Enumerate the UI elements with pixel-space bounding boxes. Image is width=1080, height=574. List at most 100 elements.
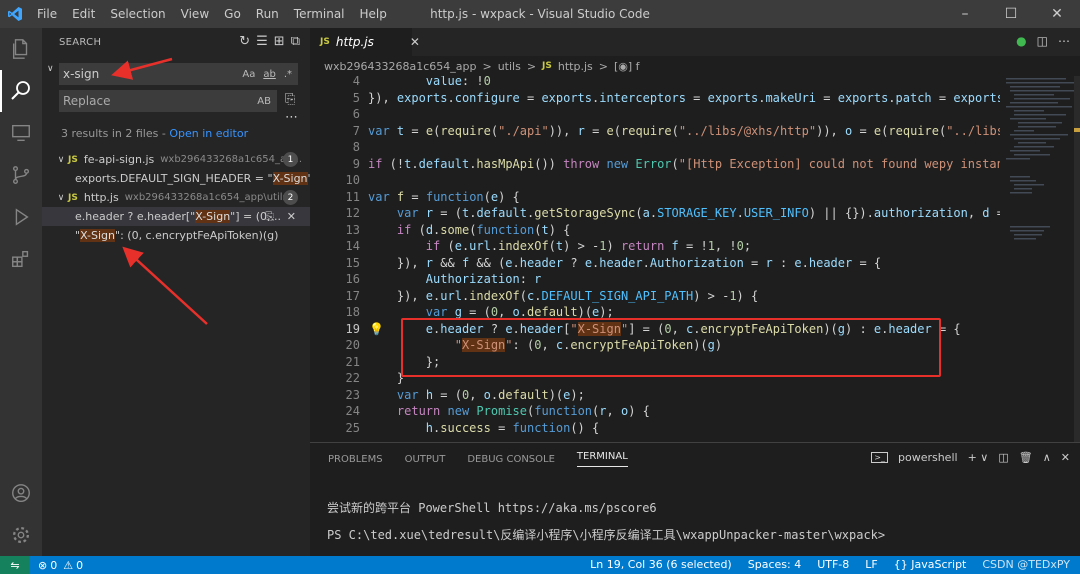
maximize-icon[interactable]: ☐ (988, 0, 1034, 28)
minimap[interactable] (1002, 76, 1080, 442)
manage-gear-icon[interactable] (0, 514, 42, 556)
breadcrumb-symbol[interactable]: [◉] f (614, 60, 640, 73)
tab-problems[interactable]: PROBLEMS (328, 454, 383, 465)
arrow-to-result (122, 246, 208, 325)
line-number: 9 (352, 157, 360, 171)
line-number: 12 (345, 206, 360, 220)
lightbulb-icon[interactable]: 💡 (369, 322, 384, 336)
tab-output[interactable]: OUTPUT (405, 454, 446, 465)
source-control-icon[interactable] (0, 154, 42, 196)
line-number: 24 (345, 404, 360, 418)
js-file-icon: JS (320, 37, 330, 47)
language-mode[interactable]: {} JavaScript (894, 558, 967, 571)
annotation-arrows (111, 57, 208, 325)
menu-help[interactable]: Help (360, 7, 387, 21)
line-number: 11 (345, 190, 360, 204)
kill-terminal-icon[interactable]: 🗑 (1019, 451, 1033, 464)
code-line: value: !0 (425, 76, 491, 88)
tab-label: http.js (335, 35, 374, 49)
breadcrumb-file[interactable]: http.js (558, 60, 593, 73)
encoding[interactable]: UTF-8 (817, 558, 849, 571)
terminal-shell-icon: >_ (871, 452, 888, 463)
breadcrumb-sep: > (526, 59, 537, 73)
split-editor-icon[interactable]: ◫ (1037, 34, 1048, 48)
breadcrumb-utils[interactable]: utils (498, 60, 521, 73)
vscode-logo-icon (0, 0, 30, 28)
menu-terminal[interactable]: Terminal (294, 7, 345, 21)
terminal-actions: >_ powershell + ∨ ◫ 🗑 ∧ ✕ (871, 451, 1070, 464)
run-debug-icon[interactable] (0, 196, 42, 238)
line-number: 13 (345, 223, 360, 237)
menu-edit[interactable]: Edit (72, 7, 95, 21)
remote-explorer-icon[interactable] (0, 112, 42, 154)
menu-go[interactable]: Go (224, 7, 241, 21)
line-number: 14 (345, 239, 360, 253)
line-number: 21 (345, 355, 360, 369)
remote-indicator-icon[interactable]: ⇋ (0, 556, 30, 574)
close-window-icon[interactable]: ✕ (1034, 0, 1080, 28)
breadcrumb-sep: > (598, 59, 608, 73)
errors-icon[interactable]: ⊗ (38, 559, 47, 572)
code-editor[interactable]: 4 5 6 7 8 9 10 11 12 13 14 15 16 17 18 1… (310, 76, 1000, 442)
code-line: if (e.url.indexOf(t) > -1) return f = !1… (425, 239, 752, 253)
maximize-panel-icon[interactable]: ∧ (1043, 451, 1051, 464)
menu-selection[interactable]: Selection (110, 7, 165, 21)
code-line: } (368, 371, 405, 385)
editor-tabs: JS http.js ✕ ● ◫ ⋯ (310, 28, 1080, 56)
highlight-annotation-box (401, 318, 941, 377)
line-number: 18 (345, 305, 360, 319)
code-line: }), r && f && (e.header ? e.header.Autho… (368, 256, 882, 270)
tab-debug-console[interactable]: DEBUG CONSOLE (467, 454, 555, 465)
code-line: var t = e(require("./api")), r = e(requi… (368, 124, 1000, 138)
breadcrumb-sep: > (482, 59, 492, 73)
line-number: 16 (345, 272, 360, 286)
warnings-count[interactable]: 0 (76, 559, 83, 572)
minimize-icon[interactable]: – (942, 0, 988, 28)
line-number: 25 (345, 421, 360, 435)
close-tab-icon[interactable]: ✕ (410, 35, 420, 49)
menu-view[interactable]: View (181, 7, 209, 21)
end-of-line[interactable]: LF (865, 558, 877, 571)
line-number: 23 (345, 388, 360, 402)
extension-status-icon[interactable]: ● (1016, 34, 1026, 48)
line-number: 22 (345, 371, 360, 385)
indentation[interactable]: Spaces: 4 (748, 558, 801, 571)
line-number: 17 (345, 289, 360, 303)
code-line: var f = function(e) { (368, 190, 520, 204)
code-line: return new Promise(function(r, o) { (396, 404, 650, 418)
account-icon[interactable] (0, 472, 42, 514)
code-line: }), exports.configure = exports.intercep… (368, 91, 1000, 105)
code-line: Authorization: r (425, 272, 542, 286)
tab-terminal[interactable]: TERMINAL (576, 451, 628, 467)
search-icon[interactable] (0, 70, 42, 112)
code-line: if (d.some(function(t) { (396, 223, 571, 237)
tab-http-js[interactable]: JS http.js ✕ (310, 28, 420, 56)
more-actions-icon[interactable]: ⋯ (1058, 34, 1070, 48)
terminal-prompt[interactable]: PS C:\ted.xue\tedresult\反编译小程序\小程序反编译工具\… (327, 526, 885, 543)
warnings-icon[interactable]: ⚠ (63, 559, 73, 572)
terminal-shell-select[interactable]: powershell (898, 451, 958, 464)
menu-file[interactable]: File (37, 7, 57, 21)
arrow-to-search-input (111, 57, 173, 80)
errors-count[interactable]: 0 (50, 559, 57, 572)
split-terminal-icon[interactable]: ◫ (998, 451, 1008, 464)
line-number: 6 (352, 107, 360, 121)
line-number: 7 (352, 124, 360, 138)
editor-group: JS http.js ✕ ● ◫ ⋯ wxb296433268a1c654_ap… (310, 28, 1080, 442)
code-line: var r = (t.default.getStorageSync(a.STOR… (396, 206, 1000, 220)
code-line: h.success = function() { (425, 421, 600, 435)
menu-run[interactable]: Run (256, 7, 279, 21)
close-panel-icon[interactable]: ✕ (1061, 451, 1070, 464)
language-label: JavaScript (911, 558, 967, 571)
breadcrumb: wxb296433268a1c654_app > utils > JS http… (310, 56, 1080, 76)
editor-actions: ● ◫ ⋯ (1016, 34, 1070, 48)
line-number: 20 (345, 338, 360, 352)
menu-bar: File Edit Selection View Go Run Terminal… (37, 7, 387, 21)
breadcrumb-folder[interactable]: wxb296433268a1c654_app (324, 60, 476, 73)
extensions-icon[interactable] (0, 238, 42, 280)
title-bar: File Edit Selection View Go Run Terminal… (0, 0, 1080, 28)
new-terminal-icon[interactable]: + ∨ (968, 451, 989, 464)
cursor-position[interactable]: Ln 19, Col 36 (6 selected) (590, 558, 732, 571)
js-file-icon: JS (542, 61, 552, 71)
explorer-icon[interactable] (0, 28, 42, 70)
